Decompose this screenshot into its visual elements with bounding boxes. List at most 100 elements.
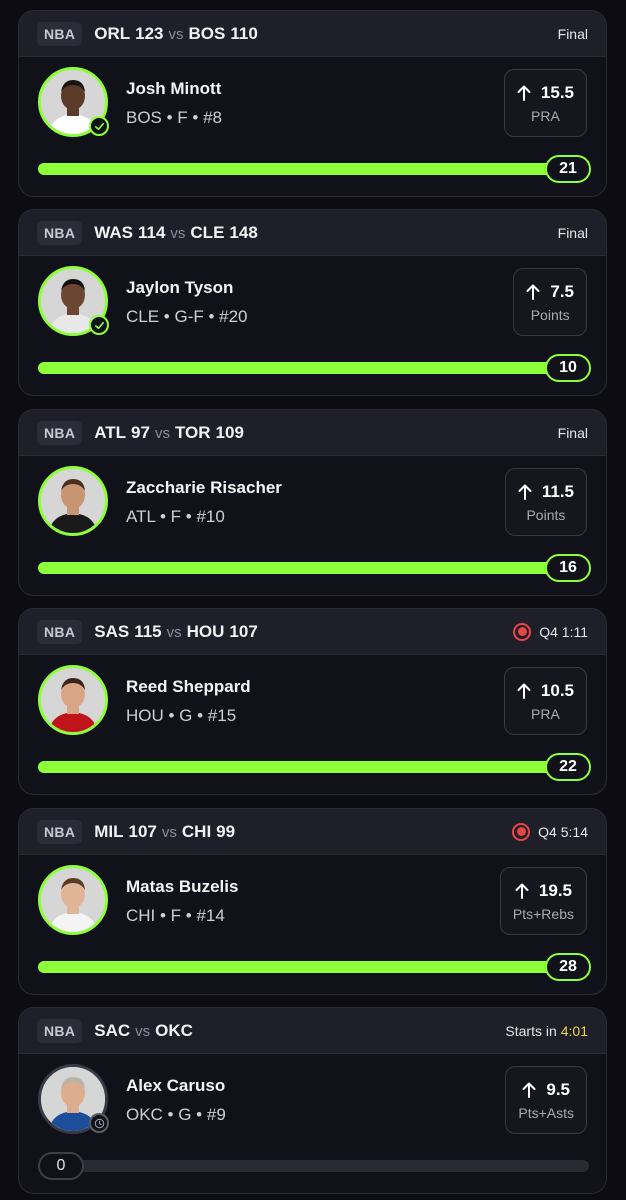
current-stat-value: 10 <box>545 354 591 382</box>
pick-card[interactable]: NBA ATL 97 vs TOR 109 Final Zaccharie Risacher A… <box>18 409 607 596</box>
progress-fill <box>38 163 589 175</box>
avatar[interactable] <box>38 665 108 735</box>
prop-stat-label: Pts+Rebs <box>512 905 574 922</box>
vs-label: vs <box>161 823 177 841</box>
game-status: Final <box>557 25 588 42</box>
game-status-area: Final <box>558 425 588 441</box>
player-meta: HOU • G • #15 <box>126 706 237 725</box>
progress-fill <box>38 961 589 973</box>
home-team: HOU <box>186 621 225 641</box>
player-name[interactable]: Alex Caruso <box>126 1076 225 1096</box>
vs-label: vs <box>168 25 184 43</box>
pick-card[interactable]: NBA WAS 114 vs CLE 148 Final Jaylon Tyson CLE • … <box>18 209 607 396</box>
player-meta: OKC • G • #9 <box>126 1105 226 1124</box>
home-score: 110 <box>230 23 258 43</box>
game-status: Final <box>557 424 588 441</box>
arrow-up-icon <box>518 484 532 500</box>
home-team: CLE <box>190 222 225 242</box>
away-score: 123 <box>135 23 164 43</box>
player-headshot <box>41 868 105 932</box>
avatar[interactable] <box>38 67 109 137</box>
player-row: Josh Minott BOS • F • #8 15.5 PRA 21 <box>19 57 606 196</box>
away-team: ATL <box>94 422 127 442</box>
matchup: ATL 97 vs TOR 109 <box>94 423 244 443</box>
player-row: Alex Caruso OKC • G • #9 9.5 Pts+Asts 0 <box>19 1054 606 1193</box>
progress-fill <box>38 761 589 773</box>
pick-card[interactable]: NBA MIL 107 vs CHI 99 Q4 5:14 Matas Buzelis CHI … <box>18 808 607 995</box>
progress-track <box>38 163 589 175</box>
game-header: NBA ORL 123 vs BOS 110 Final <box>19 11 606 57</box>
pick-card[interactable]: NBA ORL 123 vs BOS 110 Final Josh Minott BOS • F… <box>18 10 607 197</box>
away-team: ORL <box>94 23 131 43</box>
game-status: Starts in <box>505 1022 557 1039</box>
player-headshot <box>41 469 105 533</box>
matchup: SAS 115 vs HOU 107 <box>94 622 258 642</box>
pick-card[interactable]: NBA SAC vs OKC Starts in 4:01 Alex Caruso OKC •… <box>18 1007 607 1194</box>
prop-line-box[interactable]: 15.5 PRA <box>503 69 587 137</box>
player-name[interactable]: Reed Sheppard <box>126 677 251 697</box>
pick-card[interactable]: NBA SAS 115 vs HOU 107 Q4 1:11 Reed Sheppard HOU… <box>18 608 607 795</box>
prop-line-value: 19.5 <box>538 880 572 900</box>
player-name[interactable]: Zaccharie Risacher <box>126 478 282 498</box>
home-team: BOS <box>188 23 226 43</box>
league-badge: NBA <box>37 1018 83 1043</box>
league-badge: NBA <box>37 21 83 46</box>
player-name[interactable]: Jaylon Tyson <box>126 278 233 298</box>
league-badge: NBA <box>37 420 83 445</box>
live-indicator-icon <box>512 822 531 841</box>
prop-line-value: 15.5 <box>540 82 574 102</box>
game-status: Final <box>557 224 588 241</box>
away-score: 114 <box>137 222 166 242</box>
game-status-area: Q4 5:14 <box>512 822 588 841</box>
prop-line-box[interactable]: 9.5 Pts+Asts <box>505 1066 587 1134</box>
away-score: 107 <box>128 821 157 841</box>
home-score: 107 <box>229 621 258 641</box>
progress-track <box>38 362 589 374</box>
avatar[interactable] <box>38 466 108 536</box>
prop-stat-label: Pts+Asts <box>518 1104 574 1121</box>
avatar[interactable] <box>38 266 109 336</box>
prop-line-box[interactable]: 11.5 Points <box>504 468 587 536</box>
matchup: SAC vs OKC <box>94 1021 193 1041</box>
prop-line-box[interactable]: 7.5 Points <box>513 268 587 336</box>
player-meta: ATL • F • #10 <box>126 507 225 526</box>
prop-line-box[interactable]: 19.5 Pts+Rebs <box>499 867 587 935</box>
matchup: WAS 114 vs CLE 148 <box>94 223 258 243</box>
player-row: Reed Sheppard HOU • G • #15 10.5 PRA 22 <box>19 655 606 794</box>
league-badge: NBA <box>37 819 83 844</box>
game-status-area: Final <box>558 26 588 42</box>
player-meta: BOS • F • #8 <box>126 108 222 127</box>
progress-fill <box>38 562 589 574</box>
away-team: WAS <box>94 222 133 242</box>
prop-line-value: 10.5 <box>540 680 574 700</box>
progress-track <box>38 562 589 574</box>
matchup: ORL 123 vs BOS 110 <box>94 24 258 44</box>
arrow-up-icon <box>515 883 529 899</box>
league-badge: NBA <box>37 220 83 245</box>
player-meta: CLE • G-F • #20 <box>126 307 248 326</box>
avatar[interactable] <box>38 865 108 935</box>
progress-fill <box>38 362 589 374</box>
prop-line-box[interactable]: 10.5 PRA <box>503 667 587 735</box>
player-row: Matas Buzelis CHI • F • #14 19.5 Pts+Rebs 28 <box>19 855 606 994</box>
vs-label: vs <box>166 623 182 641</box>
game-status-area: Q4 1:11 <box>513 622 588 641</box>
vs-label: vs <box>154 424 170 442</box>
current-stat-value: 28 <box>545 953 591 981</box>
avatar[interactable] <box>38 1064 109 1134</box>
live-indicator-icon <box>513 622 532 641</box>
player-name[interactable]: Josh Minott <box>126 79 221 99</box>
prop-stat-label: Points <box>526 506 566 523</box>
arrow-up-icon <box>517 85 531 101</box>
away-score: 97 <box>131 422 150 442</box>
player-meta: CHI • F • #14 <box>126 906 225 925</box>
countdown-timer: 4:01 <box>560 1022 588 1039</box>
player-name[interactable]: Matas Buzelis <box>126 877 238 897</box>
home-score: 148 <box>229 222 258 242</box>
game-clock: Q4 5:14 <box>538 823 588 840</box>
home-team: CHI <box>181 821 212 841</box>
check-icon <box>89 315 109 335</box>
prop-line-value: 7.5 <box>550 281 574 301</box>
game-header: NBA ATL 97 vs TOR 109 Final <box>19 410 606 456</box>
current-stat-value: 22 <box>545 753 591 781</box>
